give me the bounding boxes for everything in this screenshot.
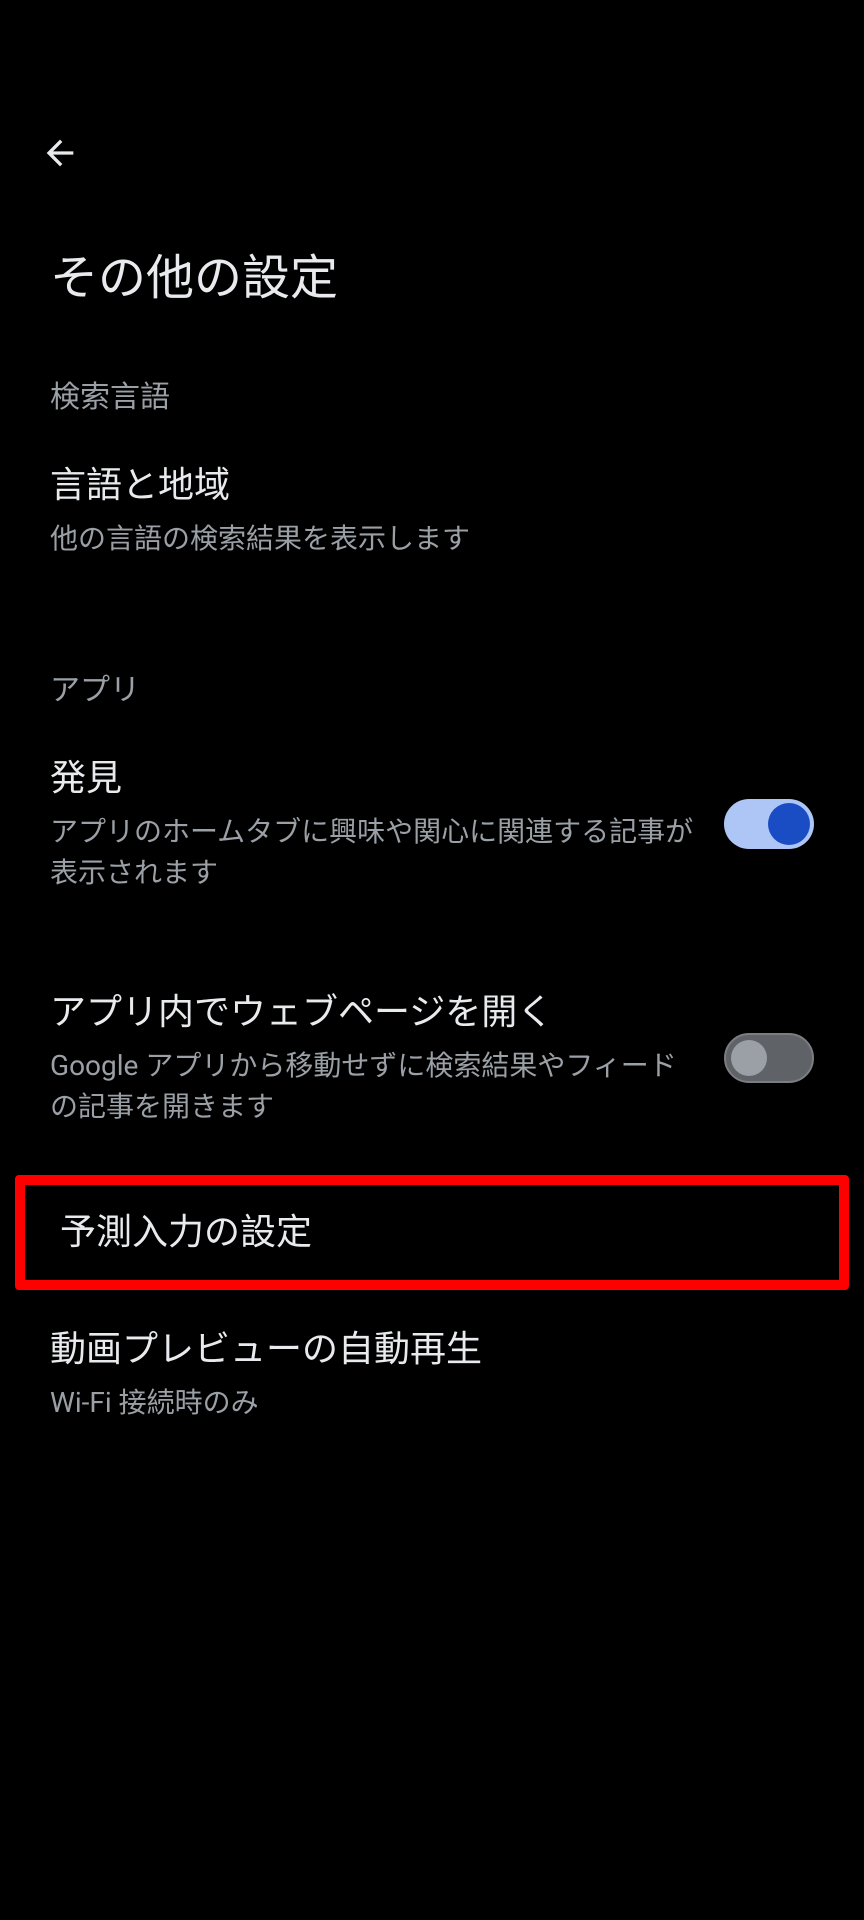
setting-title: アプリ内でウェブページを開く [50, 989, 704, 1036]
setting-video-preview[interactable]: 動画プレビューの自動再生 Wi-Fi 接続時のみ [0, 1298, 864, 1453]
section-header-search-language: 検索言語 [0, 358, 864, 434]
setting-subtitle: 他の言語の検索結果を表示します [50, 519, 814, 560]
status-bar [0, 0, 864, 105]
header [0, 105, 864, 183]
setting-discover[interactable]: 発見 アプリのホームタブに興味や関心に関連する記事が表示されます [0, 727, 864, 923]
setting-language-region[interactable]: 言語と地域 他の言語の検索結果を表示します [0, 434, 864, 589]
toggle-discover[interactable] [724, 799, 814, 849]
setting-subtitle: Google アプリから移動せずに検索結果やフィードの記事を開きます [50, 1046, 704, 1127]
setting-title: 発見 [50, 755, 704, 802]
toggle-open-web-in-app[interactable] [724, 1033, 814, 1083]
section-header-app: アプリ [0, 651, 864, 727]
page-title: その他の設定 [0, 183, 864, 358]
setting-subtitle: アプリのホームタブに興味や関心に関連する記事が表示されます [50, 812, 704, 893]
arrow-back-icon [40, 133, 80, 173]
setting-open-web-in-app[interactable]: アプリ内でウェブページを開く Google アプリから移動せずに検索結果やフィー… [0, 961, 864, 1157]
setting-autocomplete[interactable]: 予測入力の設定 [25, 1185, 839, 1280]
highlight-annotation: 予測入力の設定 [15, 1175, 849, 1290]
setting-title: 動画プレビューの自動再生 [50, 1326, 814, 1373]
back-button[interactable] [30, 123, 90, 183]
setting-subtitle: Wi-Fi 接続時のみ [50, 1383, 814, 1424]
setting-title: 言語と地域 [50, 462, 814, 509]
setting-title: 予測入力の設定 [60, 1209, 804, 1256]
